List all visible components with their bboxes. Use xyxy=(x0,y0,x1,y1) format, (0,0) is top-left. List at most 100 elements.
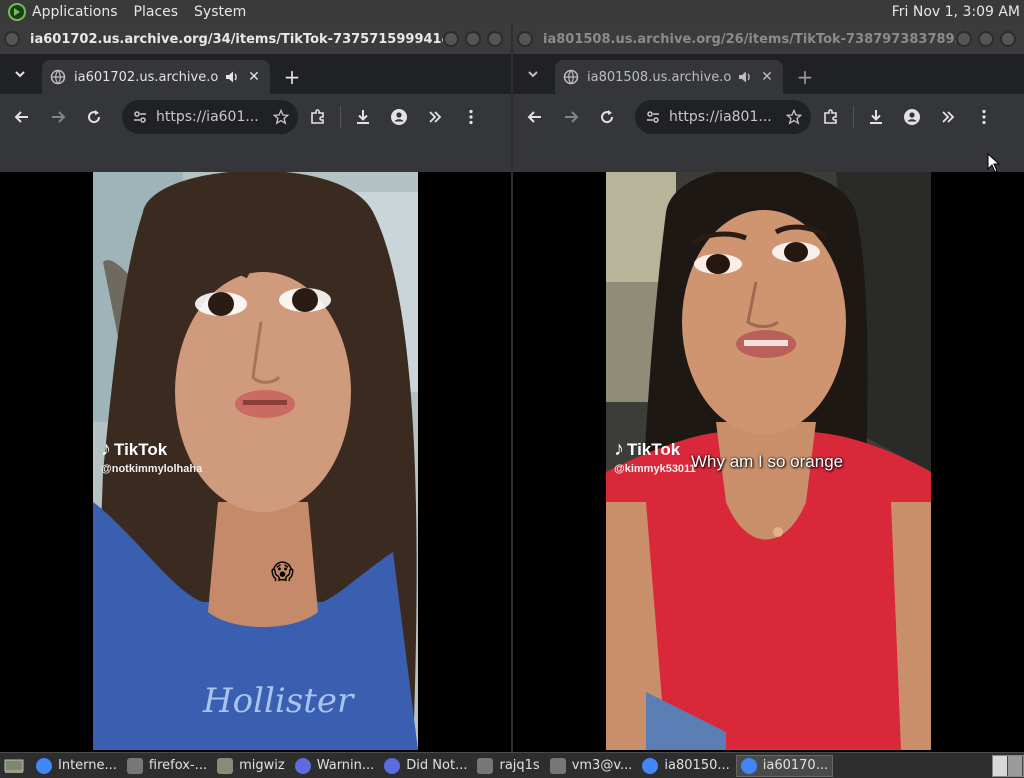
browser-window-right: ia801508.us.archive.org/26/items/TikTok-… xyxy=(513,24,1024,752)
toolbar-spacer xyxy=(513,140,1024,172)
video-caption: Why am I so orange xyxy=(691,452,844,471)
workspace-2[interactable] xyxy=(1008,755,1023,776)
chrome-icon xyxy=(36,757,52,774)
reload-button[interactable] xyxy=(80,103,108,131)
minimize-button[interactable] xyxy=(443,31,459,47)
page-content: Hollister ♪ TikTok @notkimmylolhaha 😱 xyxy=(0,172,511,750)
arrow-right-icon xyxy=(52,111,66,123)
more-tools-button[interactable] xyxy=(934,103,962,131)
window-menu-button[interactable] xyxy=(4,31,20,47)
address-bar[interactable]: https://ia801... xyxy=(635,100,811,134)
tiktok-note-icon: ♪ xyxy=(614,438,624,460)
taskbar: Interne... firefox-... migwiz Warnin... Did … xyxy=(0,752,1024,778)
browser-tab[interactable]: ia801508.us.archive.org/ ✕ xyxy=(555,60,783,94)
system-menu[interactable]: System xyxy=(194,4,246,20)
tiktok-logo: ♪ TikTok xyxy=(101,438,202,461)
svg-text:Hollister: Hollister xyxy=(202,681,355,721)
avatar-icon xyxy=(904,109,920,125)
extensions-button[interactable] xyxy=(304,103,332,131)
tab-close-icon[interactable]: ✕ xyxy=(759,69,775,85)
maximize-button[interactable] xyxy=(978,31,994,47)
tab-title: ia801508.us.archive.org/ xyxy=(587,69,731,85)
taskbar-item-label: firefox-... xyxy=(148,758,208,773)
tab-search-button[interactable] xyxy=(6,60,34,88)
maximize-button[interactable] xyxy=(465,31,481,47)
forward-button[interactable] xyxy=(44,103,72,131)
bookmark-star-icon[interactable] xyxy=(270,106,292,128)
browser-toolbar: https://ia801... xyxy=(513,94,1024,140)
taskbar-item[interactable]: rajq1s xyxy=(473,755,543,777)
panel-clock[interactable]: Fri Nov 1, 3:09 AM xyxy=(892,4,1020,20)
speaker-icon[interactable] xyxy=(224,69,240,85)
taskbar-item[interactable]: ia60170... xyxy=(735,754,834,777)
taskbar-item[interactable]: vm3@v... xyxy=(546,755,637,777)
tiktok-label: TikTok xyxy=(114,439,168,459)
workspace-switcher[interactable] xyxy=(992,754,1024,777)
site-info-icon[interactable] xyxy=(641,105,665,129)
taskbar-item-label: ia60170... xyxy=(762,758,829,773)
arrow-left-icon xyxy=(14,111,28,123)
browser-tab[interactable]: ia601702.us.archive.org/3 ✕ xyxy=(42,60,270,94)
profile-button[interactable] xyxy=(385,103,413,131)
downloads-button[interactable] xyxy=(349,103,377,131)
taskbar-item[interactable]: Did Not... xyxy=(380,755,471,777)
tiktok-logo: ♪ TikTok xyxy=(614,438,696,461)
puzzle-icon xyxy=(311,109,324,124)
browser-menu-button[interactable] xyxy=(457,103,485,131)
close-window-button[interactable] xyxy=(1000,31,1016,47)
downloads-button[interactable] xyxy=(862,103,890,131)
back-button[interactable] xyxy=(521,103,549,131)
tiktok-watermark: ♪ TikTok @notkimmylolhaha xyxy=(101,438,202,475)
applications-menu[interactable]: Applications xyxy=(32,4,118,20)
arrow-right-icon xyxy=(565,111,579,123)
taskbar-item[interactable]: migwiz xyxy=(213,755,289,777)
tiktok-label: TikTok xyxy=(627,439,681,459)
tiktok-note-icon: ♪ xyxy=(101,438,111,460)
top-panel: Applications Places System Fri Nov 1, 3:… xyxy=(0,0,1024,24)
reload-button[interactable] xyxy=(593,103,621,131)
tab-search-button[interactable] xyxy=(519,60,547,88)
places-menu[interactable]: Places xyxy=(134,4,179,20)
tiktok-watermark: ♪ TikTok @kimmyk53011 xyxy=(614,438,696,475)
chevron-down-icon xyxy=(15,71,25,78)
taskbar-item-label: Interne... xyxy=(58,758,117,773)
workspace-1[interactable] xyxy=(993,755,1008,776)
close-window-button[interactable] xyxy=(487,31,503,47)
bookmark-star-icon[interactable] xyxy=(783,106,805,128)
tiktok-video[interactable]: ♪ TikTok @kimmyk53011 Why am I so orange xyxy=(606,172,931,750)
back-button[interactable] xyxy=(8,103,36,131)
tab-strip: ia601702.us.archive.org/3 ✕ + xyxy=(0,54,511,94)
browser-menu-button[interactable] xyxy=(970,103,998,131)
desktop-icon xyxy=(4,759,24,773)
distro-logo-icon[interactable] xyxy=(8,3,26,21)
show-desktop-button[interactable] xyxy=(0,755,28,777)
window-title: ia601702.us.archive.org/34/items/TikTok-… xyxy=(30,31,443,47)
terminal-icon xyxy=(549,757,566,774)
window-titlebar[interactable]: ia801508.us.archive.org/26/items/TikTok-… xyxy=(513,24,1024,54)
window-titlebar[interactable]: ia601702.us.archive.org/34/items/TikTok-… xyxy=(0,24,511,54)
chrome-icon xyxy=(740,757,757,774)
firefox-icon xyxy=(384,757,401,774)
tiktok-video[interactable]: Hollister ♪ TikTok @notkimmylolhaha 😱 xyxy=(93,172,418,750)
minimize-button[interactable] xyxy=(956,31,972,47)
taskbar-item[interactable]: ia80150... xyxy=(638,755,733,777)
window-menu-button[interactable] xyxy=(517,31,533,47)
taskbar-item[interactable]: Warnin... xyxy=(291,755,379,777)
new-tab-button[interactable]: + xyxy=(791,60,819,94)
speaker-icon[interactable] xyxy=(737,69,753,85)
site-info-icon[interactable] xyxy=(128,105,152,129)
taskbar-item[interactable]: firefox-... xyxy=(123,755,211,777)
tab-title: ia601702.us.archive.org/3 xyxy=(74,69,218,85)
more-tools-button[interactable] xyxy=(421,103,449,131)
taskbar-item-label: ia80150... xyxy=(664,758,730,773)
profile-button[interactable] xyxy=(898,103,926,131)
forward-button[interactable] xyxy=(557,103,585,131)
new-tab-button[interactable]: + xyxy=(278,60,306,94)
address-bar[interactable]: https://ia601... xyxy=(122,100,298,134)
taskbar-item[interactable]: Interne... xyxy=(32,755,121,777)
kebab-menu-icon xyxy=(469,109,473,125)
tab-close-icon[interactable]: ✕ xyxy=(246,69,262,85)
kebab-menu-icon xyxy=(982,109,986,125)
extensions-button[interactable] xyxy=(817,103,845,131)
globe-icon xyxy=(563,69,579,85)
